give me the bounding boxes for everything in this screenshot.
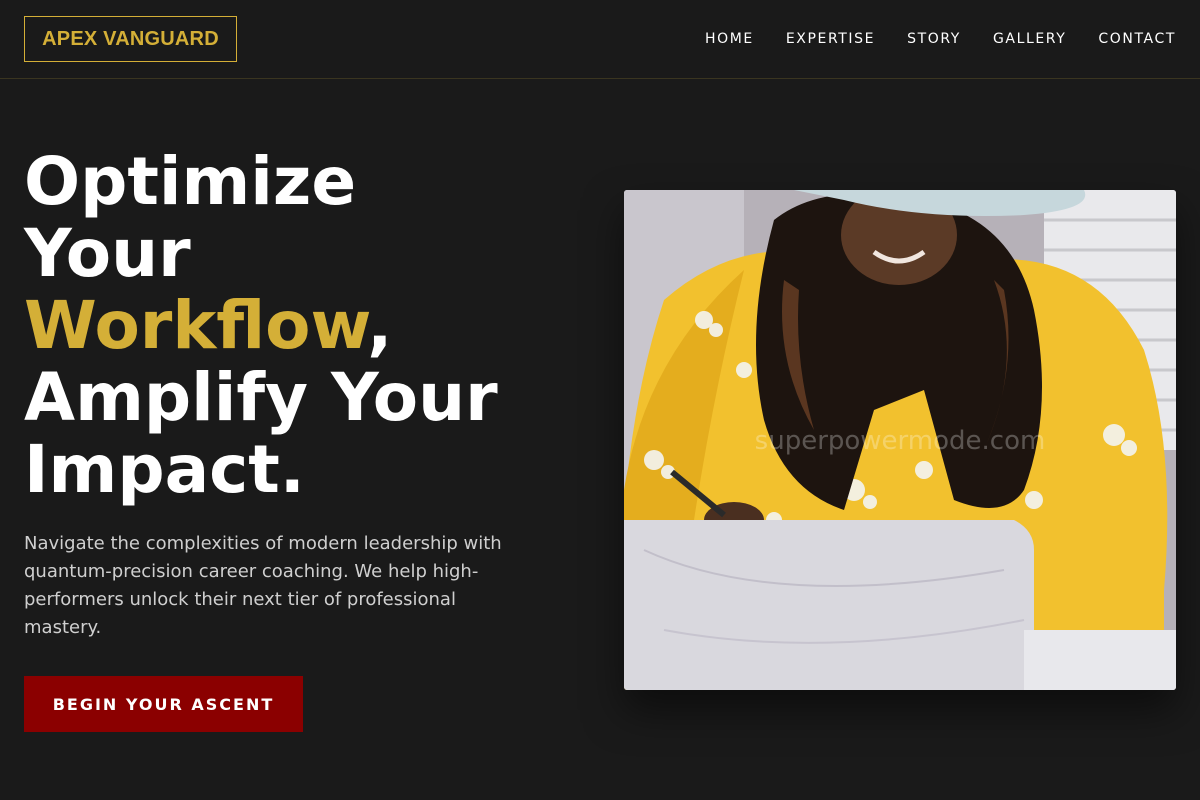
- main-nav: HOME EXPERTISE STORY GALLERY CONTACT: [673, 31, 1176, 47]
- nav-link-gallery[interactable]: GALLERY: [993, 31, 1066, 47]
- hero-headline: Optimize Your Workflow, Amplify Your Imp…: [24, 146, 584, 506]
- hero-description: Navigate the complexities of modern lead…: [24, 533, 502, 638]
- nav-link-story[interactable]: STORY: [907, 31, 961, 47]
- brand-logo[interactable]: APEX VANGUARD: [24, 16, 237, 62]
- headline-accent: Workflow: [24, 287, 368, 364]
- hero-image: superpowermode.com: [624, 190, 1176, 690]
- begin-ascent-button[interactable]: BEGIN YOUR ASCENT: [24, 676, 303, 732]
- nav-link-home[interactable]: HOME: [705, 31, 754, 47]
- site-header: APEX VANGUARD HOME EXPERTISE STORY GALLE…: [0, 0, 1200, 79]
- headline-line-2: Your: [24, 215, 191, 292]
- headline-line-1: Optimize: [24, 143, 357, 220]
- headline-line-4: Amplify Your: [24, 359, 498, 436]
- headline-accent-suffix: ,: [367, 287, 393, 364]
- hero-section: Optimize Your Workflow, Amplify Your Imp…: [24, 146, 584, 732]
- nav-link-expertise[interactable]: EXPERTISE: [786, 31, 875, 47]
- nav-link-contact[interactable]: CONTACT: [1098, 31, 1176, 47]
- headline-line-5: Impact.: [24, 431, 305, 508]
- image-watermark: superpowermode.com: [754, 426, 1046, 456]
